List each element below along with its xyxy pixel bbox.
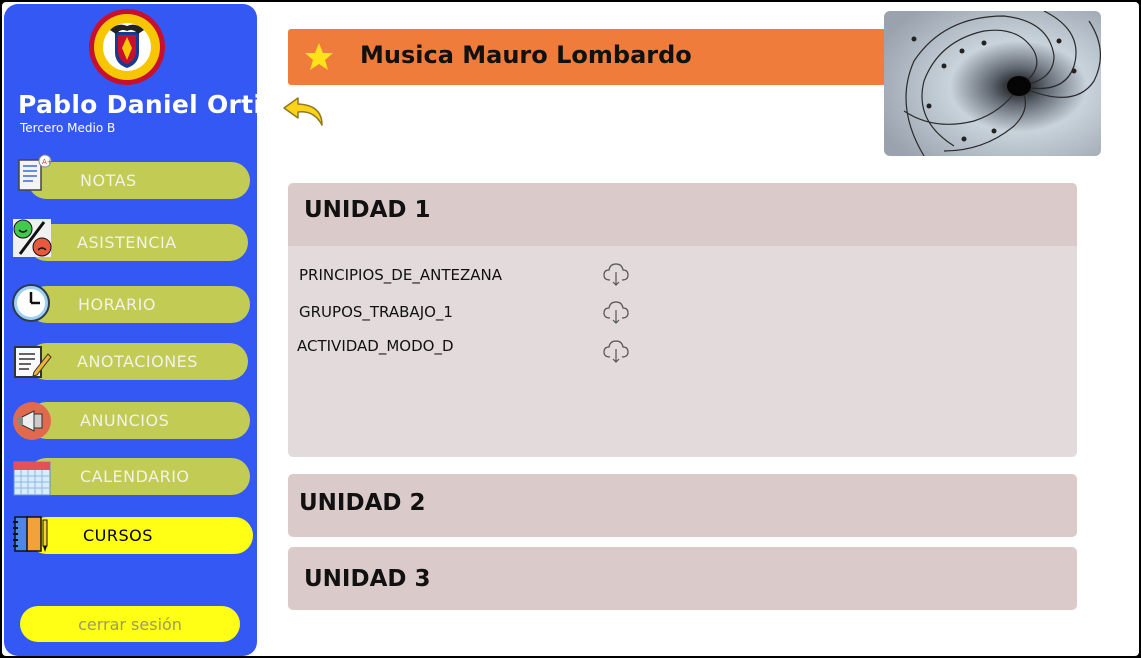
unit-title-3: UNIDAD 3: [304, 566, 431, 592]
user-course: Tercero Medio B: [20, 121, 116, 135]
file-link-actividad[interactable]: ACTIVIDAD_MODO_D: [297, 337, 454, 355]
cloud-download-icon[interactable]: [602, 299, 630, 325]
logout-button[interactable]: cerrar sesión: [20, 606, 240, 642]
megaphone-icon: [13, 402, 51, 440]
nav-cursos-label: CURSOS: [83, 526, 153, 545]
nav-anuncios-label: ANUNCIOS: [80, 411, 170, 430]
grades-document-icon: A+: [18, 154, 53, 191]
sheet-music-spiral-image: [884, 11, 1101, 156]
course-header: Musica Mauro Lombardo: [288, 29, 908, 85]
nav-asistencia-label: ASISTENCIA: [77, 233, 177, 252]
unit-title-2: UNIDAD 2: [299, 490, 426, 516]
unit-panel-3[interactable]: UNIDAD 3: [288, 547, 1077, 610]
back-arrow-icon[interactable]: [282, 95, 326, 129]
svg-text:A+: A+: [42, 158, 53, 166]
sidebar: Pablo Daniel Ortiz Tercero Medio B NOTAS…: [4, 4, 277, 656]
nav-anotaciones-label: ANOTACIONES: [77, 352, 198, 371]
notebooks-icon: [13, 516, 48, 552]
nav-anuncios[interactable]: ANUNCIOS: [28, 402, 250, 439]
nav-calendario-label: CALENDARIO: [80, 467, 190, 486]
nav-asistencia[interactable]: ASISTENCIA: [28, 224, 248, 261]
nav-notas[interactable]: NOTAS: [28, 162, 250, 199]
user-name: Pablo Daniel Ortiz: [18, 90, 278, 119]
nav-anotaciones[interactable]: ANOTACIONES: [28, 343, 248, 380]
course-title: Musica Mauro Lombardo: [360, 41, 692, 69]
unit-header-1[interactable]: UNIDAD 1: [288, 183, 1077, 246]
nav-horario[interactable]: HORARIO: [28, 286, 250, 323]
app-window: Pablo Daniel Ortiz Tercero Medio B NOTAS…: [0, 0, 1141, 658]
calendar-icon: [13, 461, 51, 496]
nav-horario-label: HORARIO: [78, 295, 156, 314]
unit-panel-2[interactable]: UNIDAD 2: [288, 474, 1077, 537]
school-logo: [89, 9, 165, 85]
file-link-grupos[interactable]: GRUPOS_TRABAJO_1: [299, 303, 453, 321]
nav-calendario[interactable]: CALENDARIO: [28, 458, 250, 495]
clock-icon: [12, 284, 50, 322]
cloud-download-icon[interactable]: [602, 261, 630, 287]
unit-title-1: UNIDAD 1: [304, 197, 431, 223]
nav-notas-label: NOTAS: [80, 171, 137, 190]
file-link-principios[interactable]: PRINCIPIOS_DE_ANTEZANA: [299, 266, 502, 284]
star-icon: [305, 43, 333, 70]
attendance-percent-icon: [13, 219, 52, 257]
cloud-download-icon[interactable]: [602, 338, 630, 364]
unit-panel-1: UNIDAD 1 PRINCIPIOS_DE_ANTEZANA GRUPOS_T…: [288, 183, 1077, 457]
notes-pencil-icon: [14, 346, 52, 378]
nav-cursos[interactable]: CURSOS: [28, 517, 253, 554]
